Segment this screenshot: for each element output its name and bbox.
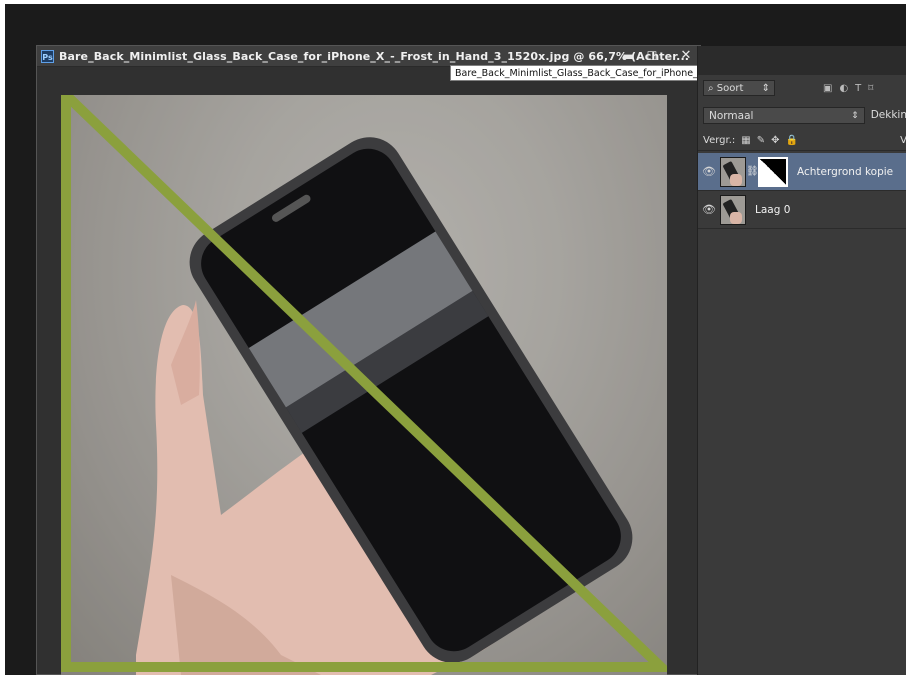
blend-mode-select[interactable]: Normaal ⇕ [703,106,865,124]
select-arrows-icon: ⇕ [761,83,770,94]
layer-row-achtergrond-kopie[interactable]: 👁 ⛓ Achtergrond kopie [698,153,906,191]
layer-filter-row: ⌕ Soort ⇕ ▣◐T⌑ [698,78,906,98]
layer-name: Laag 0 [755,203,791,216]
eye-icon[interactable]: 👁 [698,165,720,178]
filter-type-icons[interactable]: ▣◐T⌑ [823,83,880,94]
lock-label: Vergr.: [703,134,736,146]
layers-panel: ⌕ Soort ⇕ ▣◐T⌑ Normaal ⇕ Dekkin Vergr.: … [697,46,906,675]
layer-filter-select[interactable]: ⌕ Soort ⇕ [703,80,775,96]
canvas-artwork [61,95,667,675]
layer-name: Achtergrond kopie [797,165,894,178]
document-titlebar[interactable]: Ps Bare_Back_Minimlist_Glass_Back_Case_f… [37,46,700,67]
document-title: Bare_Back_Minimlist_Glass_Back_Case_for_… [59,49,690,63]
lock-row: Vergr.: ▦✎✥🔒 V [698,130,906,151]
minimize-button[interactable]: ▬ [617,46,639,66]
maximize-button[interactable]: ☐ [641,46,663,66]
layer-thumbnail [720,156,746,187]
link-chain-icon[interactable]: ⛓ [746,166,759,177]
photoshop-app-icon: Ps [41,49,54,63]
filter-select-label: ⌕ Soort [708,83,744,94]
opacity-label: Dekkin [870,109,906,121]
layer-row-laag-0[interactable]: 👁 Laag 0 [698,191,906,229]
lock-icons[interactable]: ▦✎✥🔒 [741,135,804,146]
blend-row: Normaal ⇕ Dekkin [698,104,906,126]
blend-mode-value: Normaal [709,109,754,122]
close-button[interactable]: ✕ [673,46,699,66]
layer-mask-thumbnail[interactable] [758,156,788,187]
layer-thumbnail [720,194,746,225]
select-arrows-icon: ⇕ [851,110,859,121]
panel-tab-bar [698,46,906,75]
eye-icon[interactable]: 👁 [698,203,720,216]
fill-label: V [900,134,906,146]
image-canvas[interactable] [61,95,667,675]
